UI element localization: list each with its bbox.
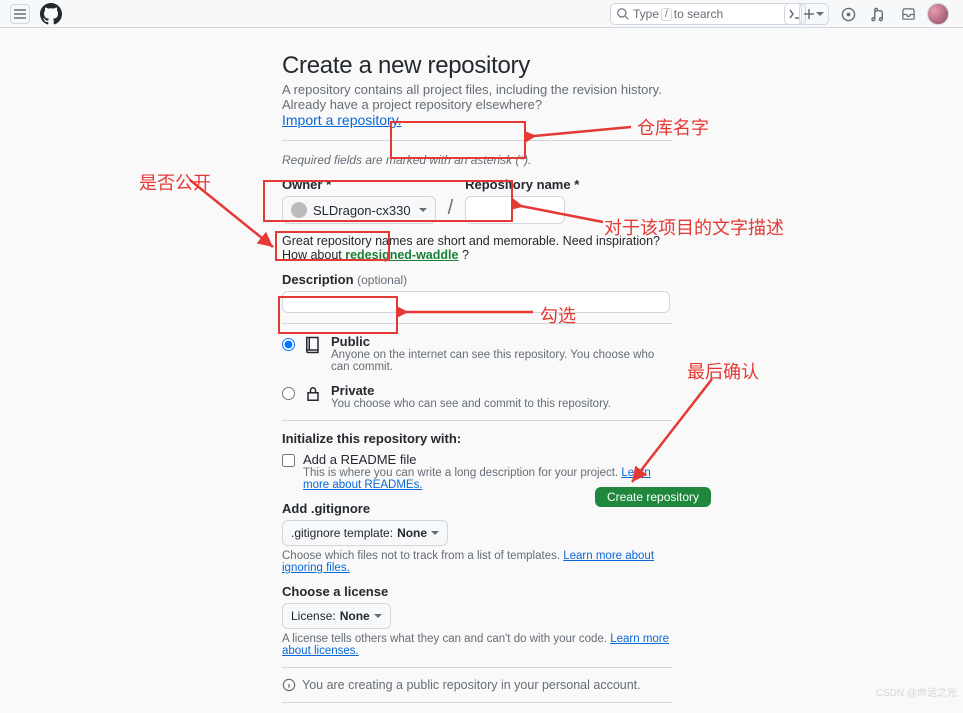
menu-button[interactable]	[10, 4, 30, 24]
caret-down-icon	[816, 12, 824, 17]
desc-optional: (optional)	[357, 273, 407, 287]
caret-down-icon	[431, 531, 439, 536]
gitignore-value: None	[397, 526, 427, 540]
plus-icon	[804, 9, 814, 19]
main-form: Create a new repository A repository con…	[282, 28, 672, 703]
license-prefix: License:	[291, 609, 336, 623]
name-hint-suffix: ?	[462, 248, 469, 262]
divider	[282, 420, 672, 421]
divider	[282, 323, 672, 324]
public-title: Public	[331, 334, 672, 349]
annotation-text-readme: 勾选	[540, 302, 576, 328]
import-repository-link[interactable]: Import a repository.	[282, 112, 402, 128]
description-input[interactable]	[282, 291, 670, 313]
init-title: Initialize this repository with:	[282, 431, 672, 446]
info-text: You are creating a public repository in …	[302, 678, 641, 692]
private-sub: You choose who can see and commit to thi…	[331, 398, 611, 410]
annotation-text-public: 是否公开	[139, 169, 211, 195]
github-header: Type / to search	[0, 0, 963, 28]
issues-button[interactable]	[837, 3, 859, 25]
annotation-text-reponame: 仓库名字	[637, 114, 709, 140]
inbox-icon	[901, 7, 916, 22]
info-icon	[282, 678, 296, 692]
owner-avatar	[291, 202, 307, 218]
page-title: Create a new repository	[282, 52, 672, 80]
search-text-suffix: to search	[674, 7, 723, 21]
divider	[282, 702, 672, 703]
caret-down-icon	[419, 208, 427, 213]
page-subtitle: A repository contains all project files,…	[282, 82, 672, 112]
name-suggestion-link[interactable]: redesigned-waddle	[345, 248, 458, 262]
circle-dot-icon	[841, 7, 856, 22]
private-radio[interactable]	[282, 387, 295, 400]
annotation-text-create: 最后确认	[687, 358, 759, 384]
search-icon	[617, 8, 629, 20]
divider	[282, 667, 672, 668]
desc-label-text: Description	[282, 272, 354, 287]
repo-name-label: Repository name *	[465, 177, 579, 192]
caret-down-icon	[374, 614, 382, 619]
lock-icon	[303, 384, 323, 407]
divider	[282, 140, 672, 141]
description-label: Description (optional)	[282, 272, 672, 287]
watermark: CSDN @命运之光	[876, 684, 957, 699]
create-repository-button[interactable]: Create repository	[595, 487, 711, 507]
gitignore-prefix: .gitignore template:	[291, 526, 393, 540]
readme-sub: This is where you can write a long descr…	[303, 467, 621, 479]
pull-requests-button[interactable]	[867, 3, 889, 25]
repo-name-input[interactable]	[465, 196, 565, 224]
create-new-button[interactable]	[799, 3, 829, 25]
gitignore-select[interactable]: .gitignore template: None	[282, 520, 448, 546]
search-key: /	[661, 8, 672, 21]
avatar[interactable]	[927, 3, 949, 25]
gitignore-hint: Choose which files not to track from a l…	[282, 550, 563, 562]
hamburger-icon	[14, 9, 26, 19]
license-select[interactable]: License: None	[282, 603, 391, 629]
readme-checkbox[interactable]	[282, 454, 295, 467]
repo-icon	[303, 335, 323, 358]
owner-value: SLDragon-cx330	[313, 203, 411, 218]
license-value: None	[340, 609, 370, 623]
private-title: Private	[331, 383, 611, 398]
required-note: Required fields are marked with an aster…	[282, 153, 672, 167]
public-sub: Anyone on the internet can see this repo…	[331, 349, 672, 373]
search-input[interactable]: Type / to search	[610, 3, 802, 25]
notifications-button[interactable]	[897, 3, 919, 25]
annotation-text-desc: 对于该项目的文字描述	[604, 214, 784, 240]
license-title: Choose a license	[282, 584, 672, 599]
public-radio[interactable]	[282, 338, 295, 351]
git-pull-request-icon	[871, 7, 886, 22]
owner-label: Owner *	[282, 177, 436, 192]
search-text-prefix: Type	[633, 7, 659, 21]
github-logo[interactable]	[40, 3, 62, 25]
header-right	[799, 3, 949, 25]
owner-select[interactable]: SLDragon-cx330	[282, 196, 436, 224]
github-icon	[40, 3, 62, 25]
license-hint: A license tells others what they can and…	[282, 633, 610, 645]
owner-slash: /	[448, 197, 454, 220]
readme-label: Add a README file	[303, 452, 672, 467]
